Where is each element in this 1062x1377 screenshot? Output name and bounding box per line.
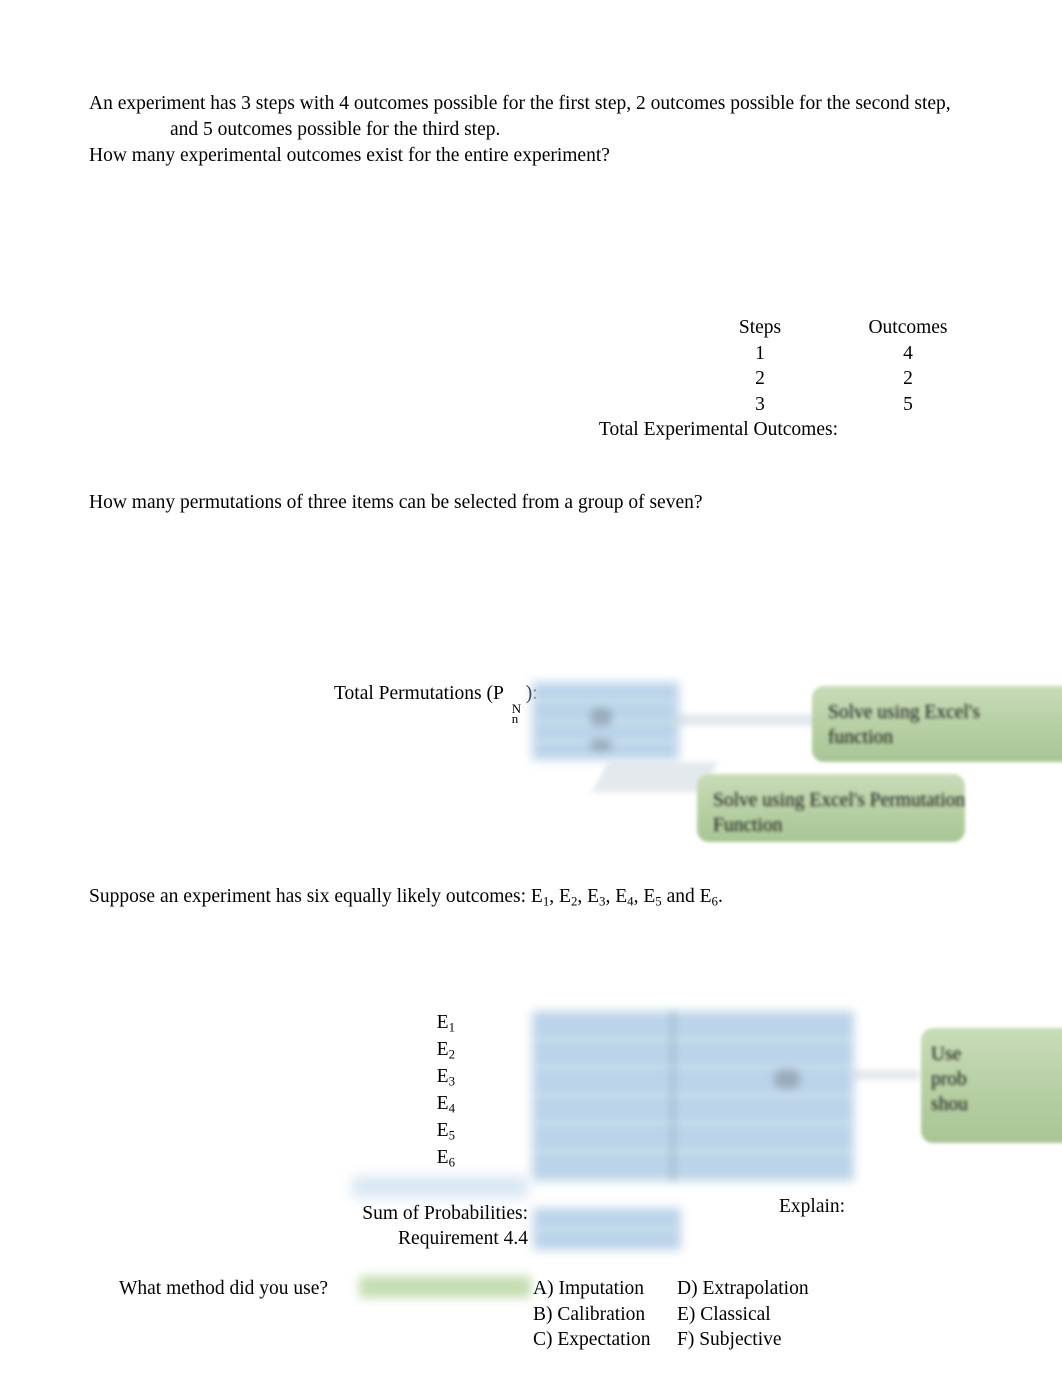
outcome-sub-5: 5 — [655, 894, 662, 909]
method-choices-left: A) Imputation B) Calibration C) Expectat… — [533, 1276, 651, 1353]
outcome-sub-2: 2 — [570, 894, 578, 909]
total-permutations-label: Total Permutations (P N n ): — [334, 681, 538, 726]
problem3-intro: Suppose an experiment has six equally li… — [89, 886, 723, 909]
steps-outcomes-table: Steps Outcomes 1 4 2 2 3 5 — [686, 315, 982, 417]
outcome-sub-3: 3 — [599, 894, 606, 909]
permutation-subscript: n — [511, 712, 519, 726]
method-answer-field[interactable] — [359, 1276, 531, 1298]
probability-side-callout[interactable]: Use prob shou — [921, 1028, 1062, 1143]
outcome-label-3: E3 — [436, 1066, 455, 1089]
step-outcome[interactable]: 2 — [834, 366, 982, 392]
method-question-label: What method did you use? — [119, 1278, 329, 1299]
problem3-intro-prefix: Suppose an experiment has six equally li… — [89, 886, 543, 907]
choice-b[interactable]: B) Calibration — [533, 1302, 651, 1328]
step-number: 1 — [755, 342, 765, 364]
header-steps: Steps — [738, 317, 782, 338]
step-outcome[interactable]: 4 — [834, 341, 982, 367]
sum-row-highlight — [352, 1176, 528, 1198]
excel-permutation-callout[interactable]: Solve using Excel's Permutation Function — [697, 774, 965, 842]
outcome-label-5: E5 — [436, 1120, 455, 1143]
table-row: 3 5 — [686, 392, 982, 418]
table-row: 1 4 — [686, 341, 982, 367]
choice-f[interactable]: F) Subjective — [677, 1327, 809, 1353]
problem1-line2: and 5 outcomes possible for the third st… — [170, 119, 501, 140]
total-experimental-outcomes-label: Total Experimental Outcomes: — [598, 419, 838, 440]
outcome-label-6: E6 — [436, 1147, 455, 1170]
total-permutations-prefix: Total Permutations (P — [334, 683, 504, 704]
table-header-row: Steps Outcomes — [686, 315, 982, 341]
problem3-intro-suffix: . — [717, 886, 723, 907]
step-outcome[interactable]: 5 — [834, 392, 982, 418]
excel-permutation-callout-text: Solve using Excel's Permutation Function — [713, 790, 966, 836]
table-row: 2 2 — [686, 366, 982, 392]
sum-of-probabilities-label: Sum of Probabilities: — [362, 1203, 528, 1224]
outcome-label-2: E2 — [436, 1039, 455, 1062]
step-number: 3 — [755, 393, 765, 415]
requirement-label: Requirement 4.4 — [398, 1228, 528, 1249]
choice-e[interactable]: E) Classical — [677, 1302, 809, 1328]
probability-entry-grid-lines — [532, 1011, 854, 1181]
header-outcomes: Outcomes — [868, 317, 948, 338]
outcome-sub-4: 4 — [627, 894, 634, 909]
choice-a[interactable]: A) Imputation — [533, 1276, 651, 1302]
side-callout-leader-line — [850, 1070, 920, 1080]
permutation-answer-gridlines — [532, 682, 679, 760]
excel-function-callout-text: Solve using Excel's function — [828, 702, 980, 748]
method-choices-right: D) Extrapolation E) Classical F) Subject… — [677, 1276, 809, 1353]
problem2-question: How many permutations of three items can… — [89, 492, 703, 513]
outcome-label-list: E1 E2 E3 E4 E5 E6 — [410, 1009, 455, 1171]
outcome-label-1: E1 — [436, 1012, 455, 1035]
callout-leader-line — [672, 714, 820, 726]
outcome-label-4: E4 — [436, 1093, 455, 1116]
total-experimental-outcomes-cell[interactable] — [845, 415, 965, 439]
excel-function-callout[interactable]: Solve using Excel's function — [812, 686, 1062, 762]
sum-of-probabilities-cell-lines — [533, 1208, 681, 1250]
explain-label: Explain: — [779, 1196, 846, 1217]
step-number: 2 — [755, 368, 765, 389]
choice-c[interactable]: C) Expectation — [533, 1327, 651, 1353]
document-page: An experiment has 3 steps with 4 outcome… — [0, 0, 1062, 1377]
problem1-line1: An experiment has 3 steps with 4 outcome… — [89, 93, 951, 114]
choice-d[interactable]: D) Extrapolation — [677, 1276, 809, 1302]
probability-side-callout-text: Use prob shou — [931, 1044, 968, 1115]
problem1-line3: How many experimental outcomes exist for… — [89, 145, 610, 166]
outcome-sub-1: 1 — [542, 894, 550, 909]
